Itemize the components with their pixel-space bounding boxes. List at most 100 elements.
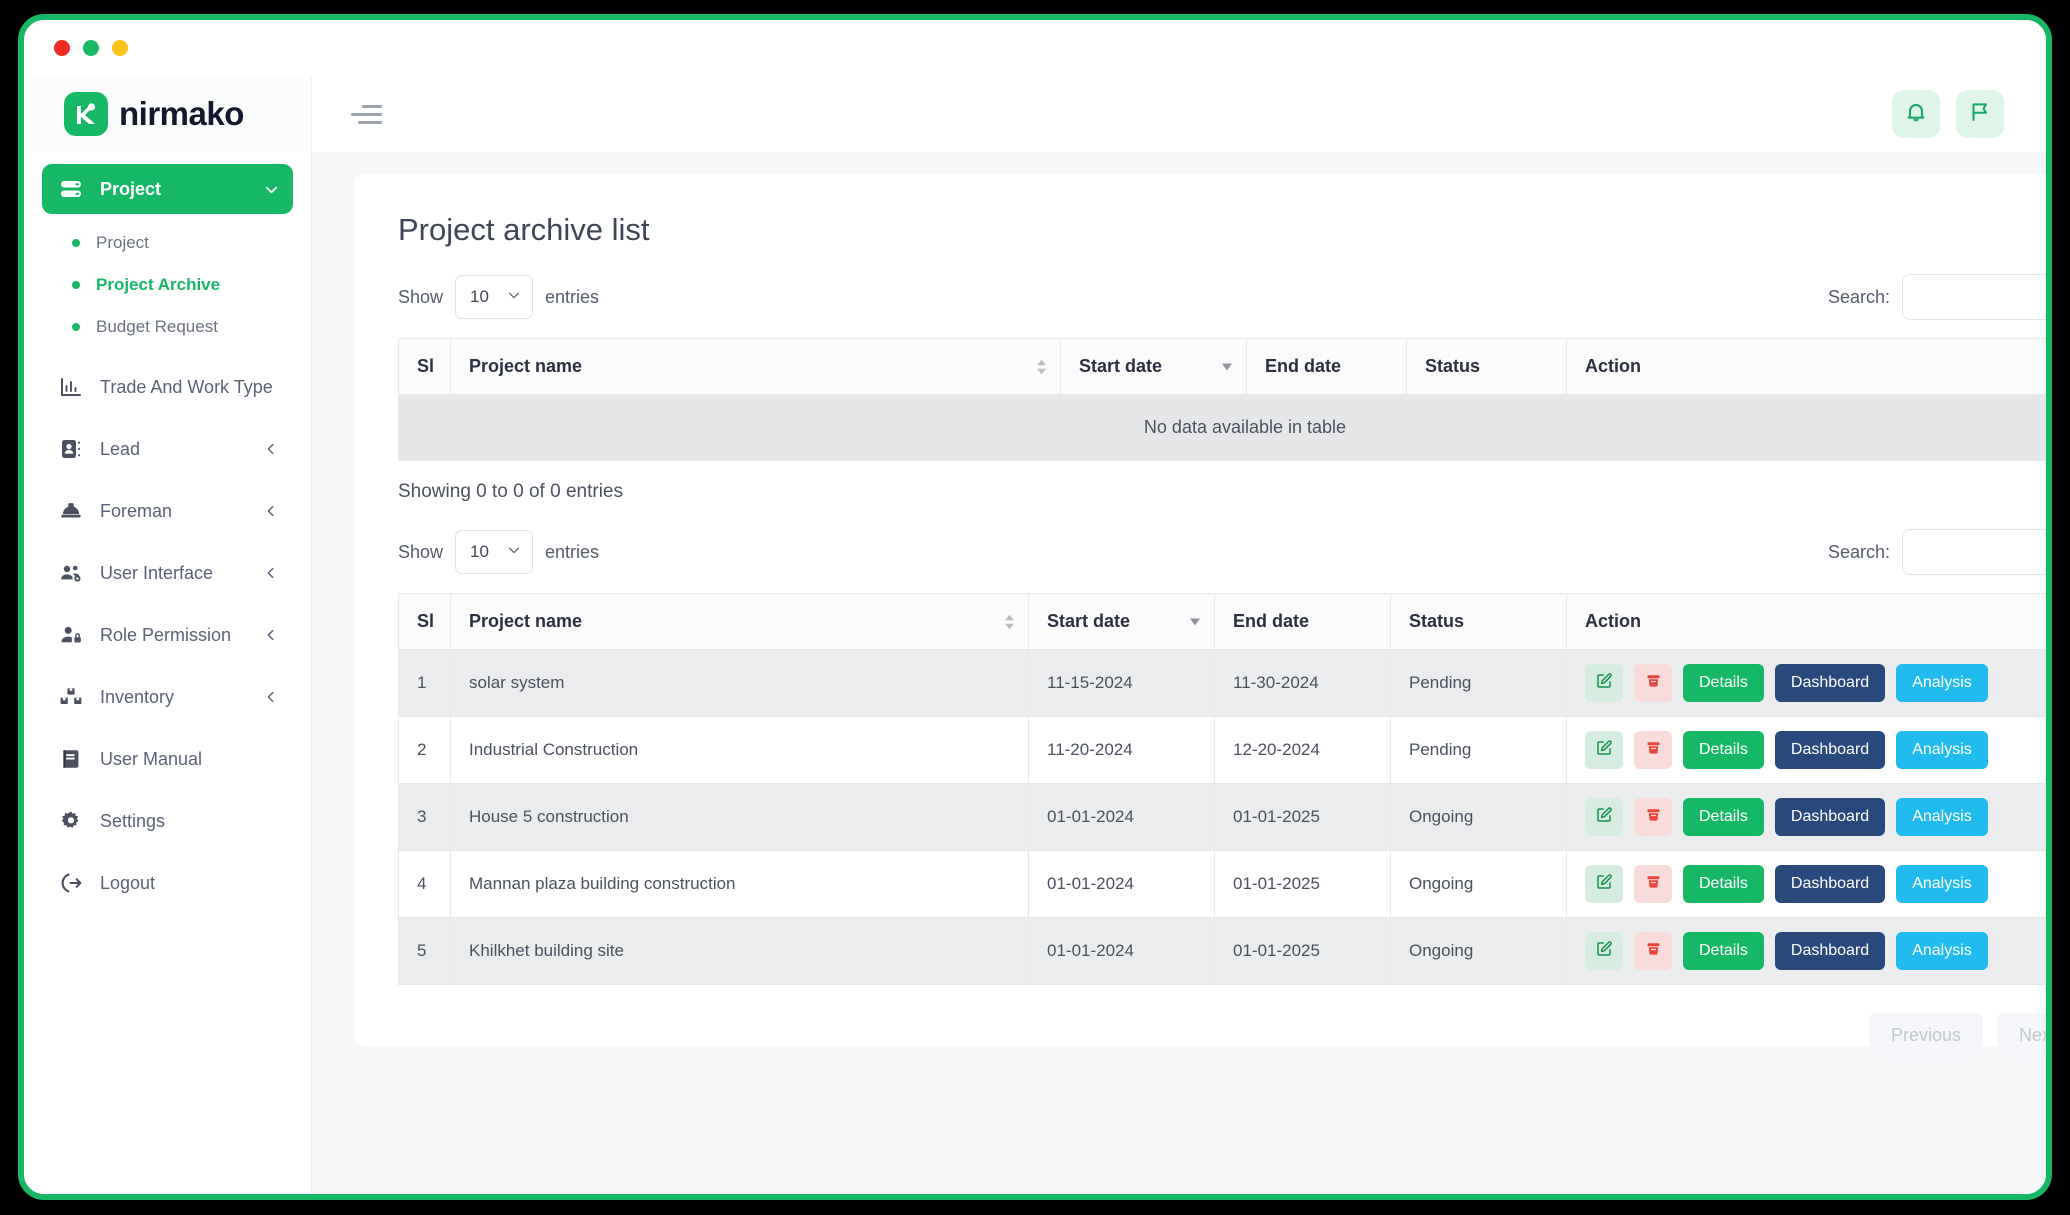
sidebar-item-user-manual[interactable]: User Manual <box>42 734 293 784</box>
col-label: Project name <box>469 356 583 376</box>
details-button[interactable]: Details <box>1683 664 1764 702</box>
sidebar-item-logout[interactable]: Logout <box>42 858 293 908</box>
cell-action: Details Dashboard Analysis <box>1566 850 2046 918</box>
dashboard-button[interactable]: Dashboard <box>1774 664 1886 702</box>
cell-status: Ongoing <box>1390 917 1567 985</box>
sidebar-subitem-budget-request[interactable]: Budget Request <box>42 306 293 348</box>
table-one-length-select[interactable]: 10 <box>455 275 534 319</box>
col-sl[interactable]: Sl <box>398 593 451 650</box>
sidebar-item-foreman[interactable]: Foreman <box>42 486 293 536</box>
table-header-row: Sl Project name Start date End date Stat… <box>398 593 2046 650</box>
table-one-search-input[interactable] <box>1902 274 2046 320</box>
sidebar-item-settings[interactable]: Settings <box>42 796 293 846</box>
window-minimize-button[interactable] <box>112 40 128 56</box>
sidebar-item-project[interactable]: Project <box>42 164 293 214</box>
analysis-button[interactable]: Analysis <box>1896 798 1988 836</box>
sidebar-item-label: User Interface <box>100 562 214 583</box>
sidebar-item-trade-and-work-type[interactable]: Trade And Work Type <box>42 362 293 412</box>
col-sl[interactable]: Sl <box>398 338 451 395</box>
trash-icon <box>1645 672 1662 694</box>
menu-toggle-icon[interactable] <box>348 104 382 124</box>
sort-desc-icon <box>1190 618 1200 625</box>
details-button[interactable]: Details <box>1683 731 1764 769</box>
pencil-icon <box>1595 806 1613 829</box>
table-two-body: 1 solar system 11-15-2024 11-30-2024 Pending… <box>398 649 2046 985</box>
analysis-button[interactable]: Analysis <box>1896 664 1988 702</box>
col-start-date[interactable]: Start date <box>1028 593 1215 650</box>
project-archive-table-empty: Sl Project name Start date End date Stat… <box>398 338 2046 461</box>
previous-page-button[interactable]: Previous <box>1868 1013 1983 1058</box>
entries-label: entries <box>545 286 600 307</box>
table-one-body: No data available in table <box>398 394 2046 461</box>
brand-logo[interactable]: nirmako <box>24 76 311 152</box>
sidebar-subitem-project-archive[interactable]: Project Archive <box>42 264 293 306</box>
col-end-date[interactable]: End date <box>1246 338 1407 395</box>
table-row: 1 solar system 11-15-2024 11-30-2024 Pending… <box>398 649 2046 717</box>
sidebar-nav: Project Project Project Archive Budget R… <box>24 152 311 908</box>
dashboard-button[interactable]: Dashboard <box>1774 798 1886 836</box>
window-maximize-button[interactable] <box>83 40 99 56</box>
row-actions: Details Dashboard Analysis <box>1585 731 2046 769</box>
table-two-length-select[interactable]: 10 <box>455 530 534 574</box>
col-action: Action <box>1566 338 2046 395</box>
delete-button[interactable] <box>1634 731 1672 769</box>
sidebar-item-label: Role Permission <box>100 624 232 645</box>
delete-button[interactable] <box>1634 865 1672 903</box>
sidebar-subitem-project[interactable]: Project <box>42 222 293 264</box>
cell-end-date: 01-01-2025 <box>1214 917 1391 985</box>
flag-button[interactable] <box>1956 90 2004 138</box>
details-button[interactable]: Details <box>1683 865 1764 903</box>
delete-button[interactable] <box>1634 664 1672 702</box>
sidebar-item-user-interface[interactable]: User Interface <box>42 548 293 598</box>
chevron-left-icon <box>263 628 279 642</box>
table-row: 5 Khilkhet building site 01-01-2024 01-01-2… <box>398 917 2046 985</box>
analysis-button[interactable]: Analysis <box>1896 932 1988 970</box>
edit-button[interactable] <box>1585 865 1623 903</box>
hard-hat-icon <box>58 498 84 524</box>
sidebar-item-label: Logout <box>100 872 156 893</box>
analysis-button[interactable]: Analysis <box>1896 731 1988 769</box>
edit-button[interactable] <box>1585 798 1623 836</box>
analysis-button[interactable]: Analysis <box>1896 865 1988 903</box>
window-close-button[interactable] <box>54 40 70 56</box>
details-button[interactable]: Details <box>1683 932 1764 970</box>
dashboard-button[interactable]: Dashboard <box>1774 865 1886 903</box>
delete-button[interactable] <box>1634 932 1672 970</box>
cell-start-date: 01-01-2024 <box>1028 917 1215 985</box>
col-status[interactable]: Status <box>1406 338 1567 395</box>
pencil-icon <box>1595 873 1613 896</box>
sidebar-item-role-permission[interactable]: Role Permission <box>42 610 293 660</box>
row-actions: Details Dashboard Analysis <box>1585 798 2046 836</box>
col-label: Project name <box>469 611 583 631</box>
sidebar-item-inventory[interactable]: Inventory <box>42 672 293 722</box>
dashboard-button[interactable]: Dashboard <box>1774 731 1886 769</box>
delete-button[interactable] <box>1634 798 1672 836</box>
col-end-date[interactable]: End date <box>1214 593 1391 650</box>
edit-button[interactable] <box>1585 932 1623 970</box>
cell-end-date: 11-30-2024 <box>1214 649 1391 717</box>
cell-action: Details Dashboard Analysis <box>1566 716 2046 784</box>
col-project-name[interactable]: Project name <box>450 338 1061 395</box>
server-icon <box>58 176 84 202</box>
col-project-name[interactable]: Project name <box>450 593 1029 650</box>
next-page-button[interactable]: Next <box>1996 1013 2046 1058</box>
cell-action: Details Dashboard Analysis <box>1566 649 2046 717</box>
chevron-down-icon <box>507 542 521 562</box>
trash-icon <box>1645 940 1662 962</box>
col-start-date[interactable]: Start date <box>1060 338 1247 395</box>
show-label: Show <box>398 541 444 562</box>
sort-both-icon <box>1037 359 1046 374</box>
col-status[interactable]: Status <box>1390 593 1567 650</box>
sidebar-item-lead[interactable]: Lead <box>42 424 293 474</box>
cell-project-name: House 5 construction <box>450 783 1029 851</box>
dashboard-button[interactable]: Dashboard <box>1774 932 1886 970</box>
sort-both-icon <box>1005 614 1014 629</box>
details-button[interactable]: Details <box>1683 798 1764 836</box>
notification-button[interactable] <box>1892 90 1940 138</box>
cell-end-date: 12-20-2024 <box>1214 716 1391 784</box>
edit-button[interactable] <box>1585 664 1623 702</box>
edit-button[interactable] <box>1585 731 1623 769</box>
length-value: 10 <box>470 287 489 306</box>
pagination: Previous Next <box>354 985 2046 1058</box>
table-two-search-input[interactable] <box>1902 529 2046 575</box>
